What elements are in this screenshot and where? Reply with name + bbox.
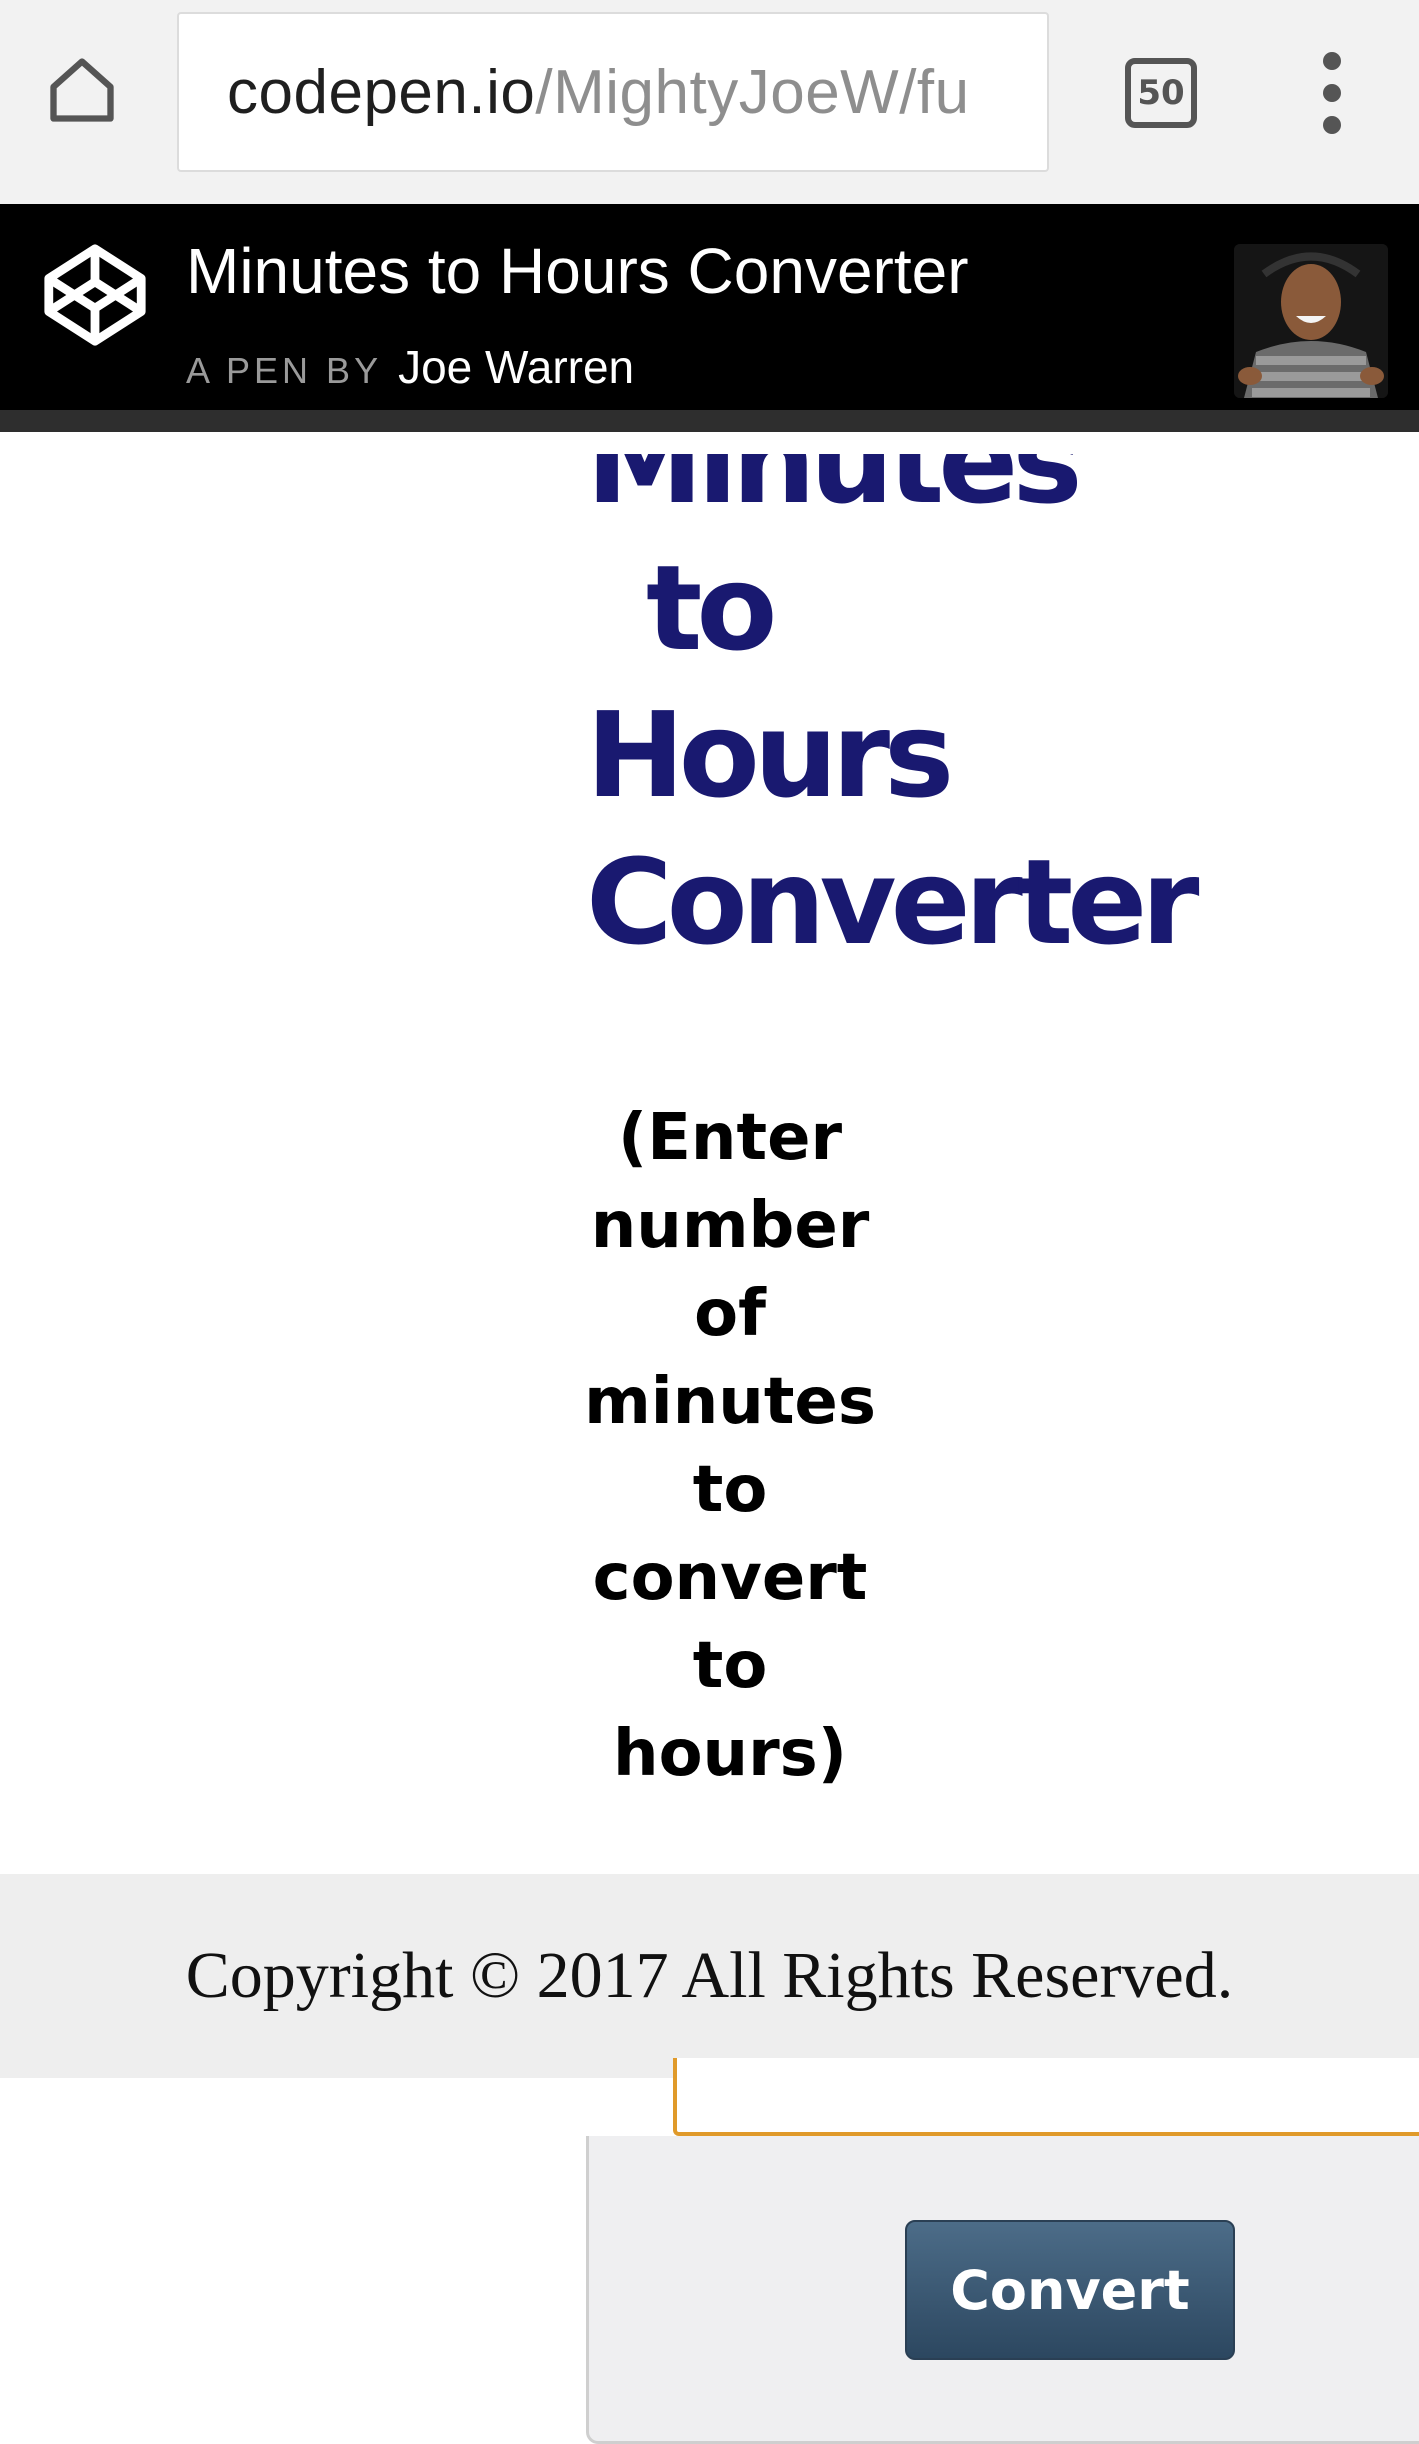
pen-title[interactable]: Minutes to Hours Converter (186, 234, 969, 308)
title-line: Hours (586, 686, 954, 824)
overflow-menu-icon[interactable] (1300, 52, 1364, 134)
author-link[interactable]: Joe Warren (398, 340, 634, 394)
url-host: codepen.io (227, 57, 536, 127)
converter-form: Convert (586, 2058, 1419, 2444)
browser-toolbar: codepen.io/MightyJoeW/fu 50 (0, 0, 1419, 204)
home-button[interactable] (36, 44, 128, 136)
title-line: Converter (586, 833, 1199, 971)
codepen-header: Minutes to Hours Converter A PEN BY Joe … (0, 204, 1419, 432)
copyright-text: Copyright © 2017 All Rights Reserved. (185, 1939, 1234, 2012)
instruction-word: number (590, 1189, 870, 1263)
title-line: Minutes (586, 454, 1083, 530)
avatar-image (1234, 244, 1388, 398)
url-path: /MightyJoeW/fu (535, 57, 970, 127)
instruction-word: to (692, 1453, 768, 1527)
instructions-text: (Enter number of minutes to convert to h… (580, 1094, 880, 1798)
tab-switcher-button[interactable]: 50 (1125, 58, 1197, 128)
address-bar[interactable]: codepen.io/MightyJoeW/fu (177, 12, 1049, 172)
minutes-input[interactable] (673, 2058, 1419, 2136)
page-footer: Copyright © 2017 All Rights Reserved. (0, 1874, 1419, 2078)
codepen-logo-icon[interactable] (40, 240, 150, 350)
pen-preview: Minutes to Hours Converter (Enter number… (0, 454, 1419, 1874)
instruction-word: to (692, 1629, 768, 1703)
instruction-word: hours) (613, 1717, 847, 1791)
pen-by-label: A PEN BY (186, 350, 383, 391)
instruction-word: of (694, 1277, 766, 1351)
instruction-word: minutes (584, 1365, 876, 1439)
pen-byline: A PEN BY Joe Warren (186, 340, 634, 394)
title-line: to (646, 539, 777, 677)
converter-title: Minutes to Hours Converter (586, 454, 1226, 976)
convert-button[interactable]: Convert (905, 2220, 1235, 2360)
home-icon (50, 58, 114, 122)
instruction-word: (Enter (617, 1101, 843, 1175)
instruction-word: convert (592, 1541, 868, 1615)
author-avatar[interactable] (1234, 244, 1388, 398)
tab-count: 50 (1137, 73, 1185, 113)
